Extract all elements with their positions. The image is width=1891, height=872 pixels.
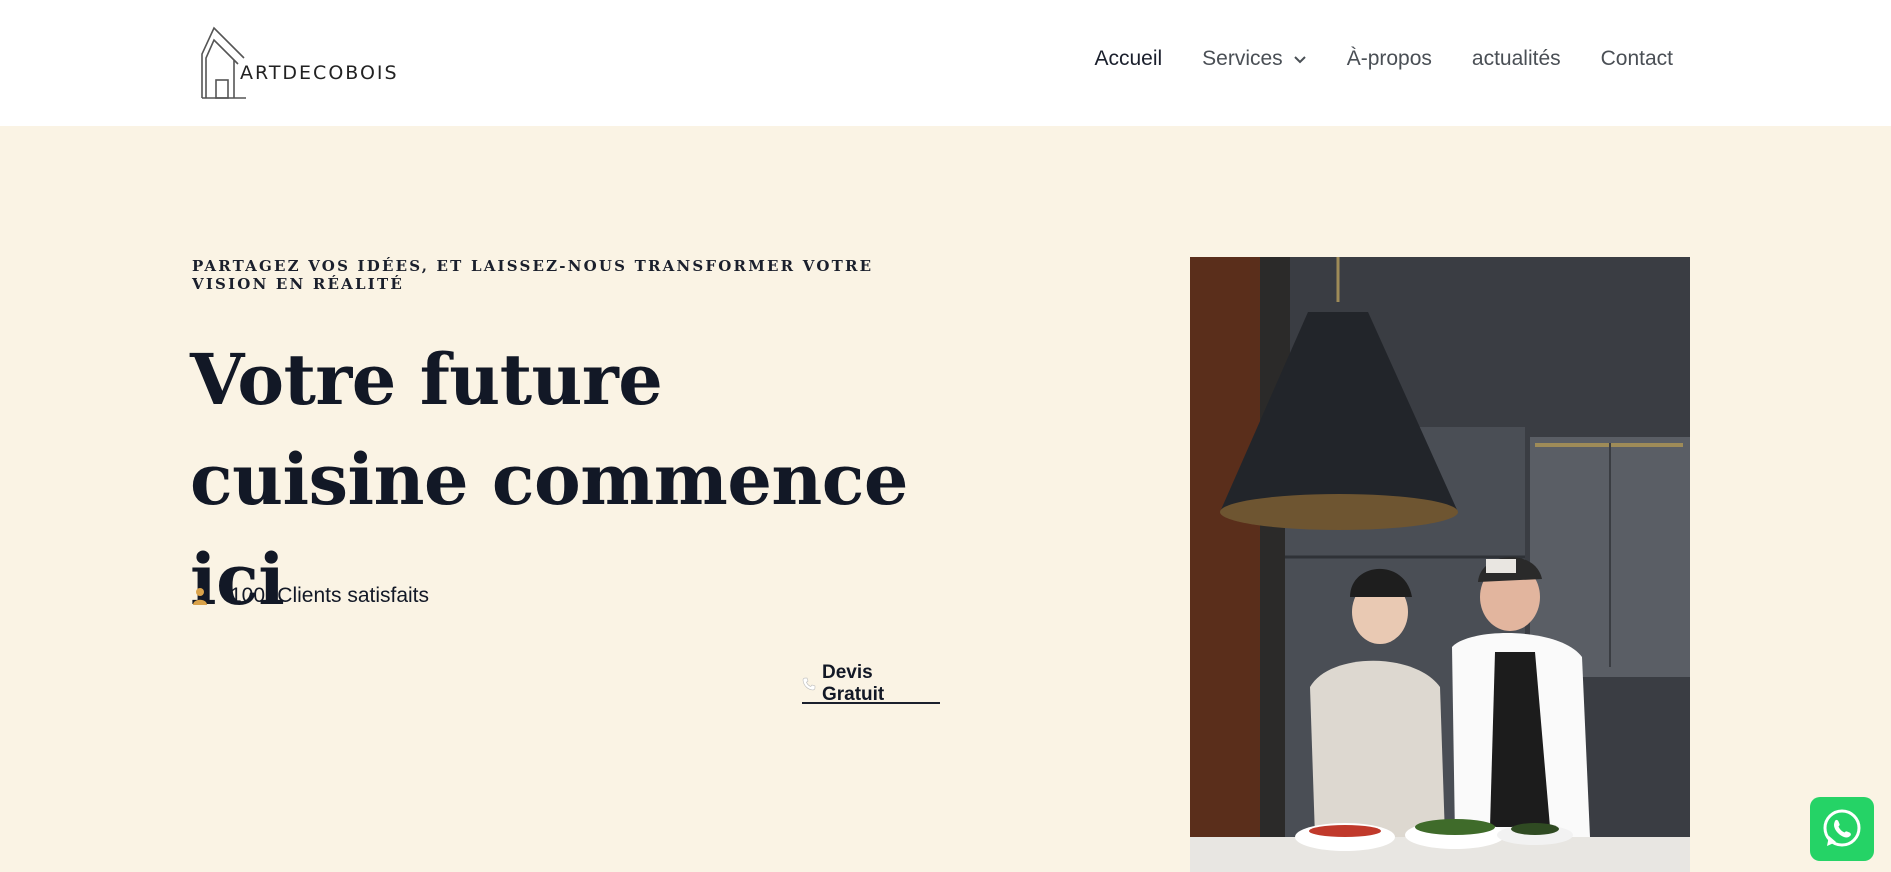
nav-label: À-propos (1346, 47, 1432, 70)
nav-label: Services (1202, 47, 1283, 70)
phone-icon (802, 677, 816, 691)
nav-item-contact[interactable]: Contact (1601, 47, 1673, 71)
nav-item-accueil[interactable]: Accueil (1094, 47, 1162, 71)
person-icon (193, 588, 207, 605)
kitchen-photo-illustration (1190, 257, 1690, 872)
site-logo[interactable]: ARTDECOBOIS (198, 24, 397, 102)
stat-text: 100+Clients satisfaits (230, 584, 430, 607)
kitchen-photo (1190, 257, 1690, 872)
free-quote-link[interactable]: Devis Gratuit (802, 662, 940, 705)
nav-label: actualités (1471, 47, 1561, 70)
nav-label: Accueil (1094, 47, 1163, 70)
nav-item-a-propos[interactable]: À-propos (1347, 47, 1432, 71)
whatsapp-button[interactable] (1810, 797, 1874, 861)
logo-text: ARTDECOBOIS (240, 62, 399, 84)
nav-item-actualites[interactable]: actualités (1472, 47, 1561, 71)
free-quote-label: Devis Gratuit (821, 662, 885, 705)
site-header: ARTDECOBOIS Accueil Services À-propos ac… (0, 0, 1891, 126)
chevron-down-icon (1293, 56, 1306, 64)
whatsapp-icon (1823, 809, 1861, 847)
main-nav: Accueil Services À-propos actualités Con… (1094, 47, 1673, 71)
nav-label: Contact (1600, 47, 1673, 70)
nav-item-services[interactable]: Services (1202, 47, 1307, 71)
clients-stat: 100+Clients satisfaits (192, 584, 429, 608)
house-outline-icon (201, 26, 246, 99)
hero-kicker: PARTAGEZ VOS IDÉES, ET LAISSEZ-NOUS TRAN… (192, 257, 874, 293)
